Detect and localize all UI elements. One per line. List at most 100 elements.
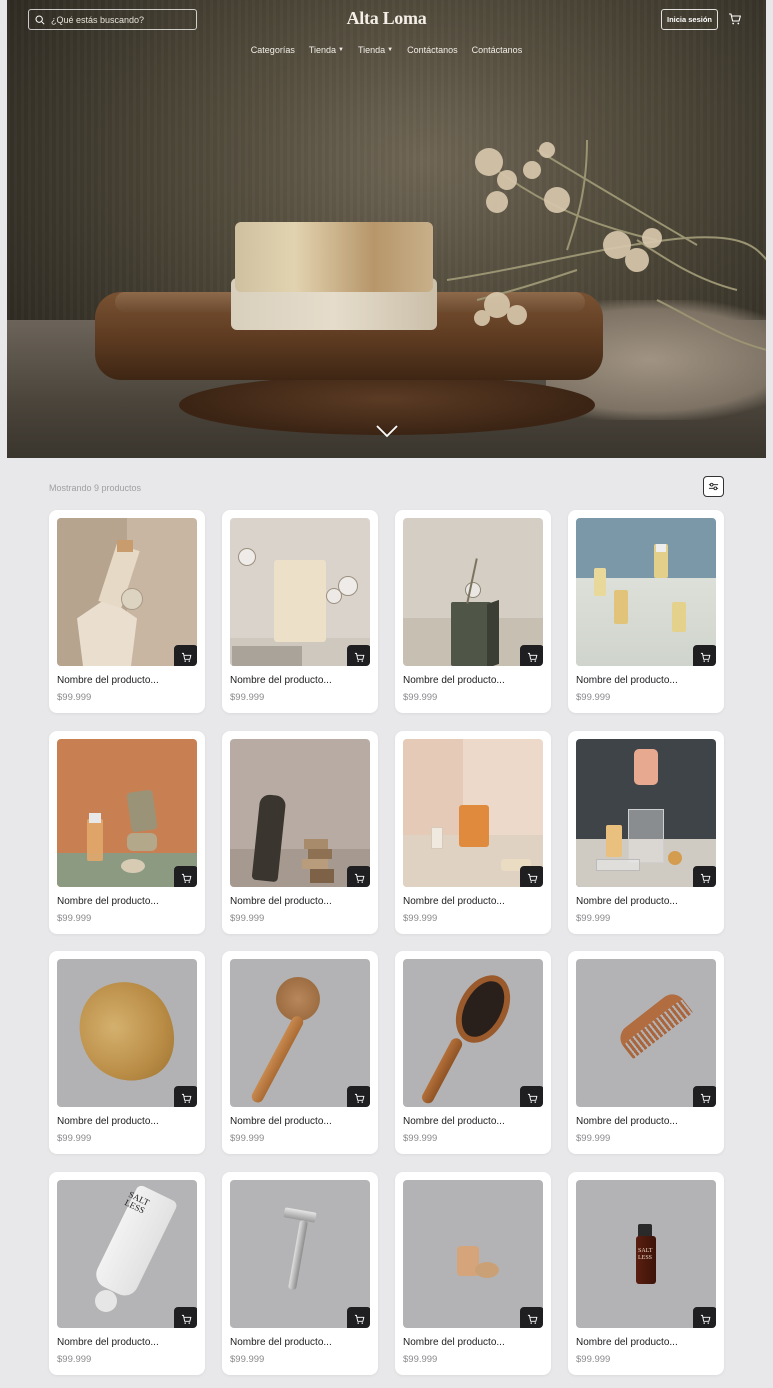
add-to-cart-button[interactable] bbox=[520, 1086, 543, 1107]
product-name[interactable]: Nombre del producto... bbox=[576, 896, 678, 907]
filter-button[interactable] bbox=[703, 476, 724, 497]
caret-down-icon: ▼ bbox=[387, 47, 394, 53]
nav-item-tienda[interactable]: Tienda ▼ bbox=[309, 45, 344, 55]
product-name[interactable]: Nombre del producto... bbox=[230, 1337, 332, 1348]
nav-label: Contáctanos bbox=[471, 45, 523, 55]
cart-icon bbox=[354, 1093, 364, 1103]
product-image[interactable] bbox=[230, 739, 370, 887]
nav-item-contactanos[interactable]: Contáctanos bbox=[407, 45, 458, 55]
product-card[interactable]: Nombre del producto... $99.999 bbox=[49, 510, 205, 713]
product-image[interactable] bbox=[230, 1180, 370, 1328]
product-name[interactable]: Nombre del producto... bbox=[403, 896, 505, 907]
add-to-cart-button[interactable] bbox=[693, 866, 716, 887]
product-name[interactable]: Nombre del producto... bbox=[230, 1116, 332, 1127]
add-to-cart-button[interactable] bbox=[347, 1307, 370, 1328]
product-card[interactable]: SALT LESS Nombre del producto... $99.999 bbox=[568, 1172, 724, 1375]
product-name[interactable]: Nombre del producto... bbox=[57, 1337, 159, 1348]
dried-flowers bbox=[446, 139, 766, 351]
add-to-cart-button[interactable] bbox=[347, 645, 370, 666]
product-image[interactable] bbox=[403, 1180, 543, 1328]
add-to-cart-button[interactable] bbox=[520, 645, 543, 666]
product-image[interactable] bbox=[576, 518, 716, 666]
product-name[interactable]: Nombre del producto... bbox=[57, 896, 159, 907]
add-to-cart-button[interactable] bbox=[174, 645, 197, 666]
nav-item-tienda[interactable]: Tienda ▼ bbox=[358, 45, 393, 55]
product-name[interactable]: Nombre del producto... bbox=[57, 1116, 159, 1127]
add-to-cart-button[interactable] bbox=[693, 1086, 716, 1107]
product-card[interactable]: Nombre del producto... $99.999 bbox=[222, 510, 378, 713]
add-to-cart-button[interactable] bbox=[174, 866, 197, 887]
product-image[interactable] bbox=[576, 959, 716, 1107]
product-card[interactable]: Nombre del producto... $99.999 bbox=[568, 510, 724, 713]
add-to-cart-button[interactable] bbox=[347, 866, 370, 887]
nav-label: Tienda bbox=[308, 45, 337, 55]
product-card[interactable]: Nombre del producto... $99.999 bbox=[222, 731, 378, 934]
product-image[interactable] bbox=[576, 739, 716, 887]
product-price: $99.999 bbox=[57, 1133, 92, 1144]
product-image[interactable] bbox=[57, 959, 197, 1107]
product-card[interactable]: Nombre del producto... $99.999 bbox=[49, 951, 205, 1154]
product-price: $99.999 bbox=[230, 1133, 265, 1144]
product-card[interactable]: Nombre del producto... $99.999 bbox=[395, 731, 551, 934]
product-card[interactable]: SALT LESS Nombre del producto... $99.999 bbox=[49, 1172, 205, 1375]
product-card[interactable]: Nombre del producto... $99.999 bbox=[568, 731, 724, 934]
cart-icon bbox=[527, 652, 537, 662]
product-count: Mostrando 9 productos bbox=[49, 483, 142, 493]
sliders-icon bbox=[708, 482, 719, 491]
product-image[interactable] bbox=[403, 739, 543, 887]
product-name[interactable]: Nombre del producto... bbox=[576, 675, 678, 686]
product-image[interactable] bbox=[403, 959, 543, 1107]
cart-icon[interactable] bbox=[728, 12, 742, 26]
add-to-cart-button[interactable] bbox=[693, 645, 716, 666]
product-name[interactable]: Nombre del producto... bbox=[576, 1116, 678, 1127]
product-image[interactable] bbox=[57, 739, 197, 887]
product-card[interactable]: Nombre del producto... $99.999 bbox=[395, 951, 551, 1154]
add-to-cart-button[interactable] bbox=[520, 866, 543, 887]
cart-icon bbox=[354, 652, 364, 662]
product-name[interactable]: Nombre del producto... bbox=[57, 675, 159, 686]
cart-icon bbox=[354, 1314, 364, 1324]
product-price: $99.999 bbox=[403, 1133, 438, 1144]
product-price: $99.999 bbox=[576, 692, 611, 703]
cart-icon bbox=[527, 873, 537, 883]
product-name[interactable]: Nombre del producto... bbox=[403, 1337, 505, 1348]
product-image[interactable] bbox=[403, 518, 543, 666]
product-name[interactable]: Nombre del producto... bbox=[576, 1337, 678, 1348]
add-to-cart-button[interactable] bbox=[174, 1307, 197, 1328]
product-price: $99.999 bbox=[403, 913, 438, 924]
brand-logo[interactable]: Alta Loma bbox=[7, 8, 766, 29]
product-price: $99.999 bbox=[230, 692, 265, 703]
add-to-cart-button[interactable] bbox=[347, 1086, 370, 1107]
product-price: $99.999 bbox=[403, 1354, 438, 1365]
cart-icon bbox=[181, 652, 191, 662]
product-card[interactable]: Nombre del producto... $99.999 bbox=[395, 510, 551, 713]
cart-icon bbox=[527, 1314, 537, 1324]
product-name[interactable]: Nombre del producto... bbox=[230, 675, 332, 686]
product-image[interactable]: SALT LESS bbox=[57, 1180, 197, 1328]
product-card[interactable]: Nombre del producto... $99.999 bbox=[395, 1172, 551, 1375]
login-button[interactable]: Inicia sesión bbox=[661, 9, 718, 30]
product-card[interactable]: Nombre del producto... $99.999 bbox=[222, 951, 378, 1154]
product-image[interactable]: SALT LESS bbox=[576, 1180, 716, 1328]
product-price: $99.999 bbox=[403, 692, 438, 703]
product-image[interactable] bbox=[57, 518, 197, 666]
add-to-cart-button[interactable] bbox=[174, 1086, 197, 1107]
product-image[interactable] bbox=[230, 518, 370, 666]
product-price: $99.999 bbox=[57, 692, 92, 703]
nav-item-contactanos[interactable]: Contáctanos bbox=[472, 45, 523, 55]
product-card[interactable]: Nombre del producto... $99.999 bbox=[568, 951, 724, 1154]
nav-item-categorias[interactable]: Categorías bbox=[251, 45, 295, 55]
soap-bar-top bbox=[235, 222, 433, 292]
product-name[interactable]: Nombre del producto... bbox=[230, 896, 332, 907]
chevron-down-icon[interactable] bbox=[375, 424, 399, 438]
add-to-cart-button[interactable] bbox=[520, 1307, 543, 1328]
product-image[interactable] bbox=[230, 959, 370, 1107]
product-card[interactable]: Nombre del producto... $99.999 bbox=[222, 1172, 378, 1375]
cart-icon bbox=[181, 873, 191, 883]
product-name[interactable]: Nombre del producto... bbox=[403, 675, 505, 686]
add-to-cart-button[interactable] bbox=[693, 1307, 716, 1328]
product-name[interactable]: Nombre del producto... bbox=[403, 1116, 505, 1127]
cart-icon bbox=[354, 873, 364, 883]
cart-icon bbox=[700, 873, 710, 883]
product-card[interactable]: Nombre del producto... $99.999 bbox=[49, 731, 205, 934]
